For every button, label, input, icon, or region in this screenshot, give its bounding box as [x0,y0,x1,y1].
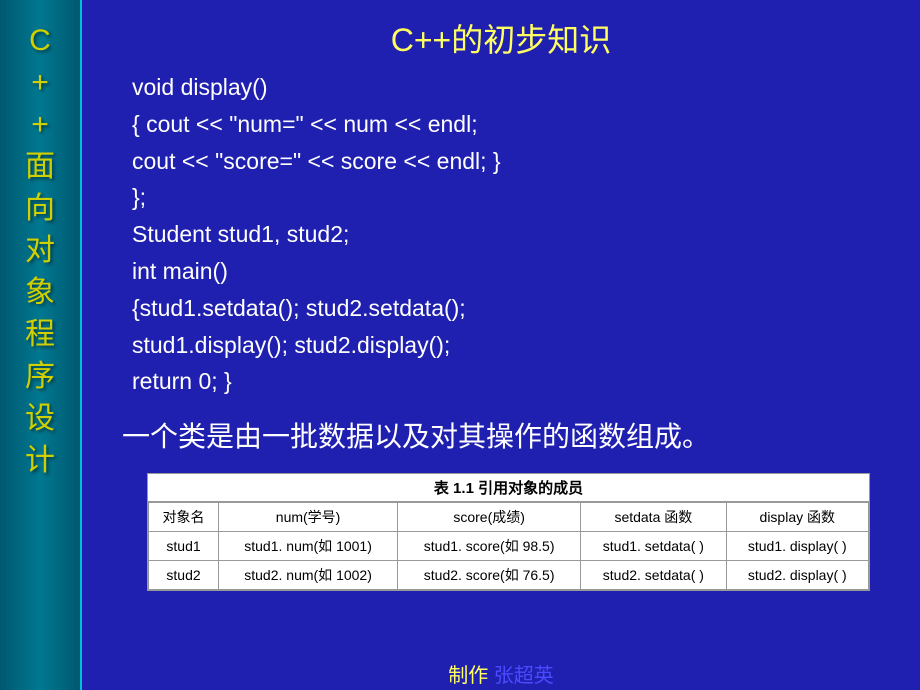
footer: 制作 张超英 [82,659,920,688]
sidebar-char: 计 [25,440,55,482]
sidebar-char: 设 [25,398,55,440]
table-row: stud2 stud2. num(如 1002) stud2. score(如 … [149,561,869,590]
sidebar-char: + [31,104,49,146]
slide-title: C++的初步知识 [82,0,920,69]
cell: stud1. score(如 98.5) [398,532,581,561]
sidebar-char: 对 [25,230,55,272]
table-row: stud1 stud1. num(如 1001) stud1. score(如 … [149,532,869,561]
sidebar-char: + [31,62,49,104]
col-header: display 函数 [726,503,868,532]
main-slide: C++的初步知识 void display() { cout << "num="… [82,0,920,690]
sidebar-char: 序 [25,356,55,398]
object-member-table: 对象名 num(学号) score(成绩) setdata 函数 display… [148,502,869,590]
cell: stud2. display( ) [726,561,868,590]
col-header: setdata 函数 [581,503,726,532]
code-line: void display() [132,69,920,106]
table-caption: 表 1.1 引用对象的成员 [148,474,869,502]
sidebar-char: 象 [25,272,55,314]
table-container: 表 1.1 引用对象的成员 对象名 num(学号) score(成绩) setd… [147,473,870,591]
code-line: cout << "score=" << score << endl; } [132,143,920,180]
col-header: 对象名 [149,503,219,532]
code-line: int main() [132,253,920,290]
cell: stud2. setdata( ) [581,561,726,590]
code-line: {stud1.setdata(); stud2.setdata(); [132,290,920,327]
code-line: }; [132,179,920,216]
code-line: stud1.display(); stud2.display(); [132,327,920,364]
cell: stud1. setdata( ) [581,532,726,561]
sidebar-char: 面 [25,146,55,188]
cell: stud1 [149,532,219,561]
sidebar-char: 程 [25,314,55,356]
cell: stud2. score(如 76.5) [398,561,581,590]
cell: stud2. num(如 1002) [219,561,398,590]
cell: stud1. display( ) [726,532,868,561]
summary-text: 一个类是由一批数据以及对其操作的函数组成。 [122,415,890,455]
sidebar-char: C [29,20,51,62]
code-line: Student stud1, stud2; [132,216,920,253]
sidebar: C + + 面 向 对 象 程 序 设 计 [0,0,80,690]
footer-label: 制作 [448,665,488,687]
col-header: num(学号) [219,503,398,532]
footer-author: 张超英 [488,665,554,687]
cell: stud1. num(如 1001) [219,532,398,561]
sidebar-char: 向 [25,188,55,230]
col-header: score(成绩) [398,503,581,532]
table-header-row: 对象名 num(学号) score(成绩) setdata 函数 display… [149,503,869,532]
code-line: { cout << "num=" << num << endl; [132,106,920,143]
code-block: void display() { cout << "num=" << num <… [132,69,920,400]
code-line: return 0; } [132,363,920,400]
cell: stud2 [149,561,219,590]
